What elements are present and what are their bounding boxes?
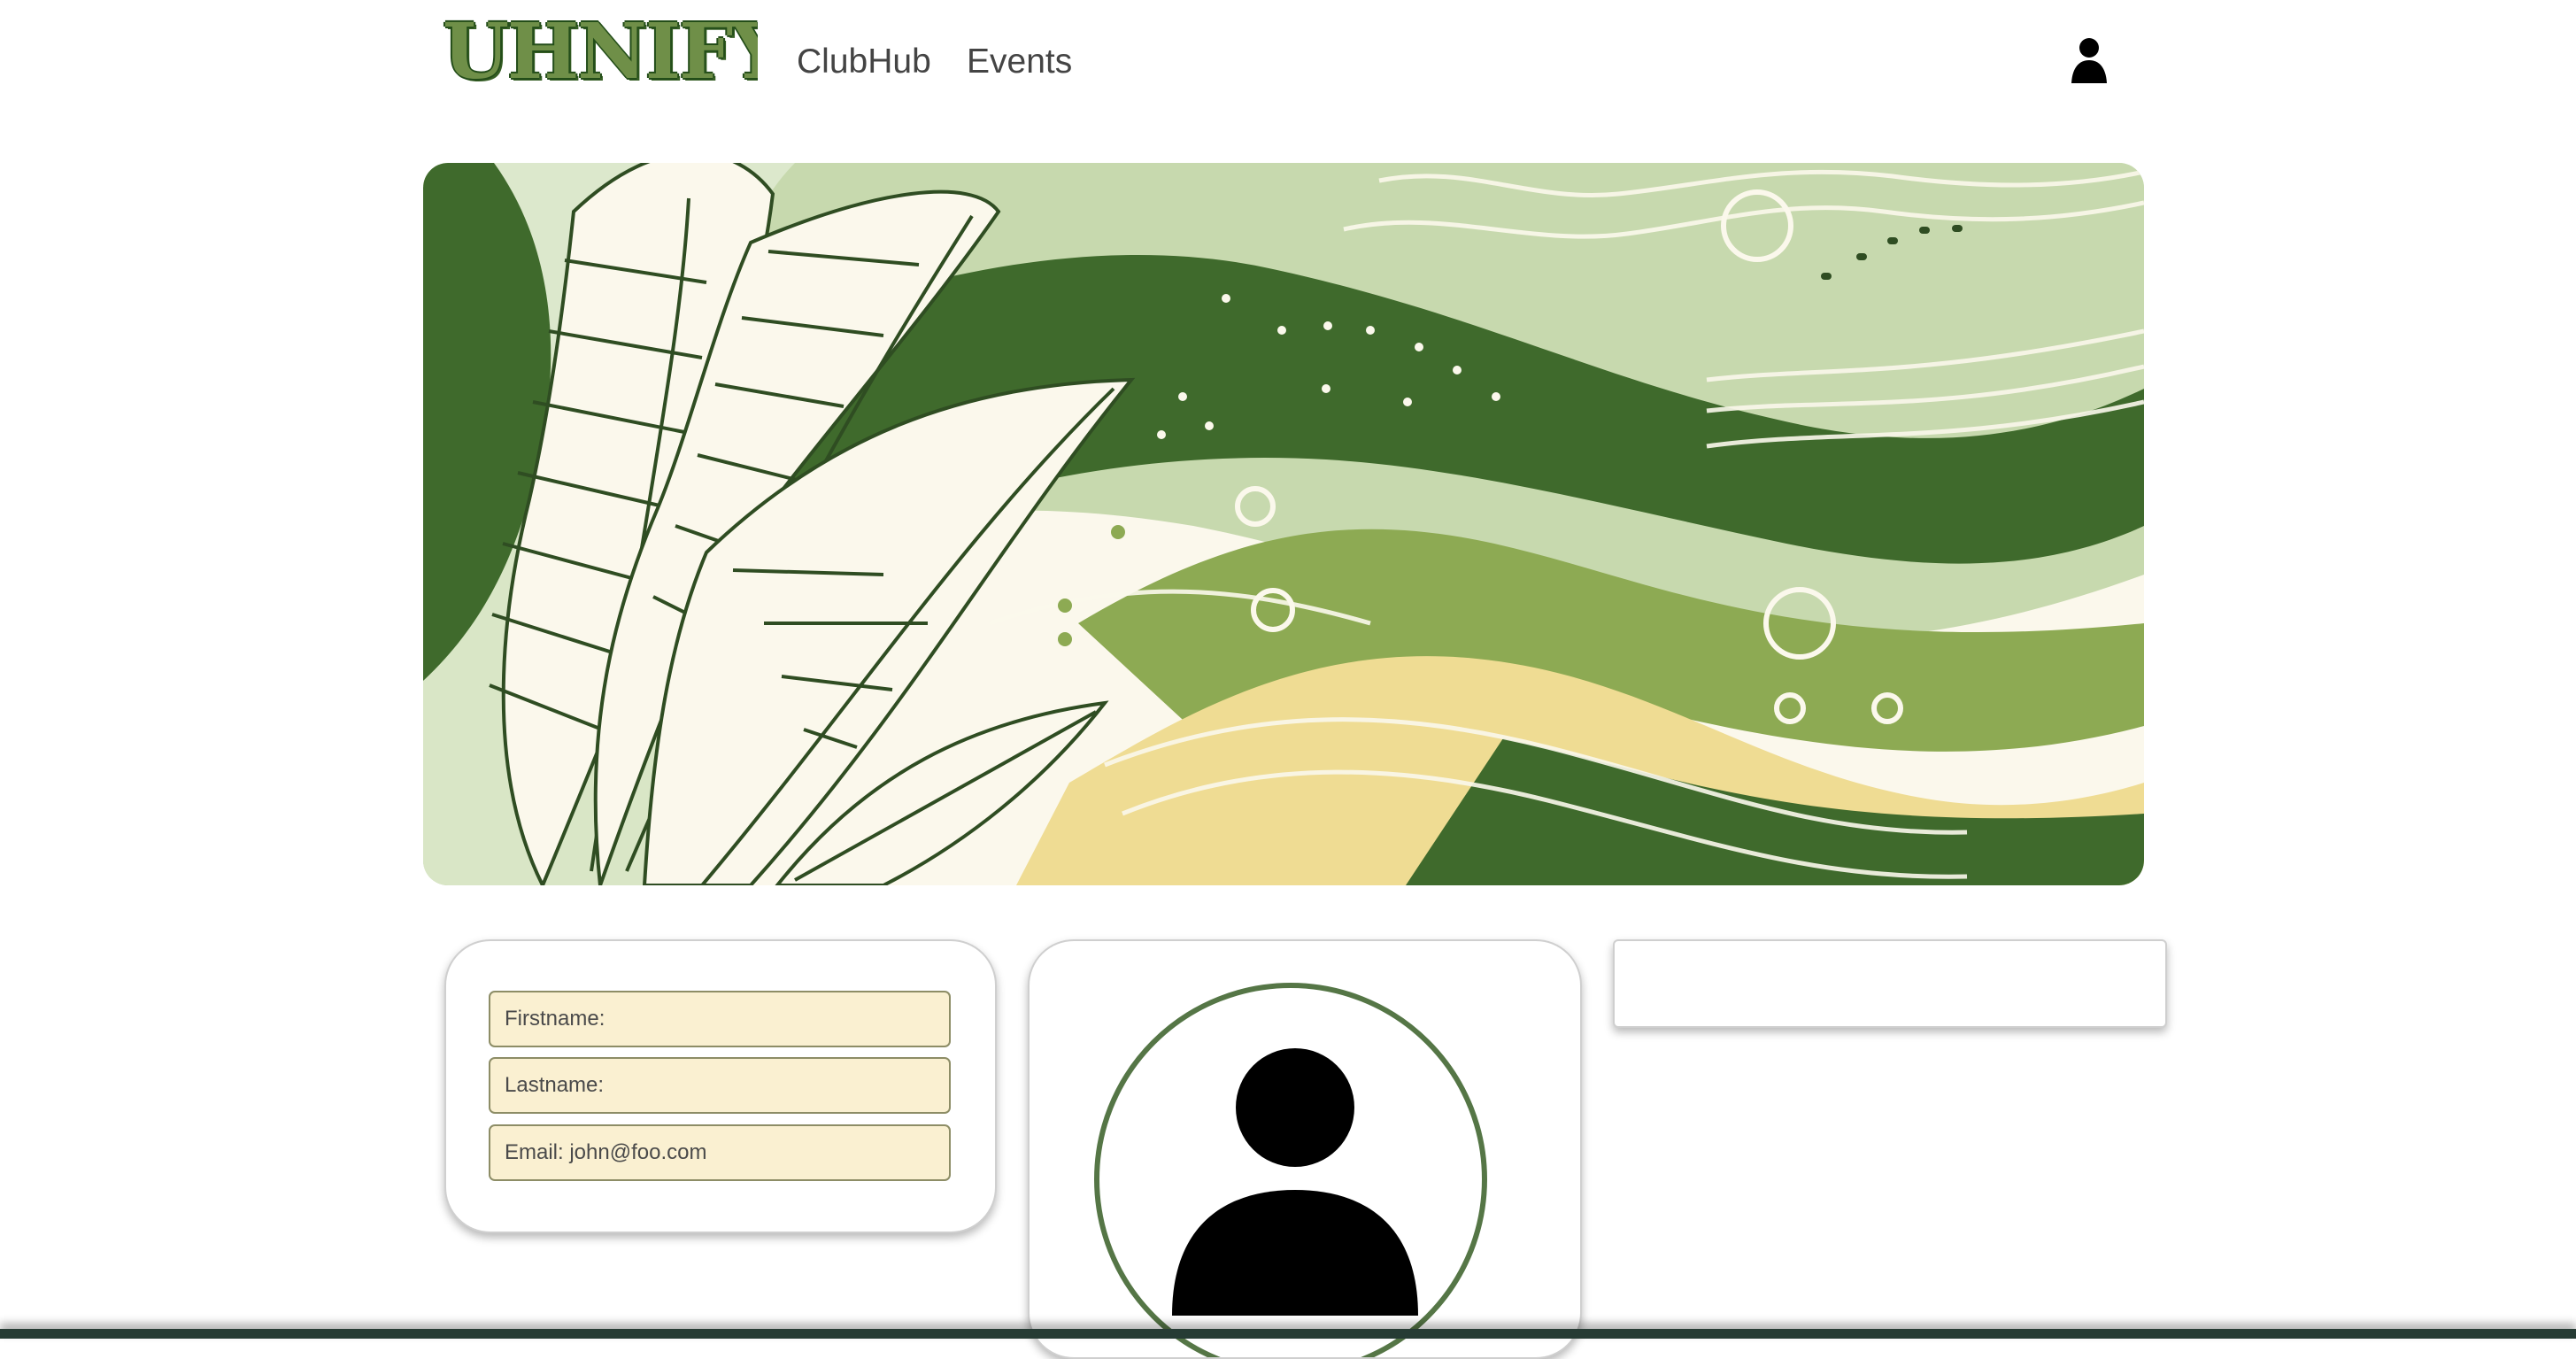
nav-link-clubhub[interactable]: ClubHub	[797, 37, 931, 87]
avatar[interactable]	[1094, 983, 1487, 1357]
email-field[interactable]: Email: john@foo.com	[489, 1124, 951, 1181]
hero-banner-image	[423, 163, 2144, 885]
nav-link-events[interactable]: Events	[967, 37, 1072, 87]
profile-form-card: Firstname: Lastname: Email: john@foo.com	[444, 939, 997, 1233]
profile-info-panel	[1613, 939, 2167, 1028]
profile-avatar-card	[1028, 939, 1582, 1359]
profile-menu-button[interactable]	[2064, 35, 2114, 90]
abstract-leaf-illustration	[423, 163, 2144, 885]
uhnify-logo[interactable]: UHNIFY	[443, 16, 758, 89]
lastname-field[interactable]: Lastname:	[489, 1057, 951, 1114]
bottom-edge-bar	[0, 1329, 2576, 1339]
user-avatar-icon	[1172, 1048, 1418, 1316]
user-icon	[2071, 38, 2107, 83]
firstname-field[interactable]: Firstname:	[489, 991, 951, 1047]
top-navigation-bar: UHNIFY ClubHub Events	[0, 0, 2576, 128]
